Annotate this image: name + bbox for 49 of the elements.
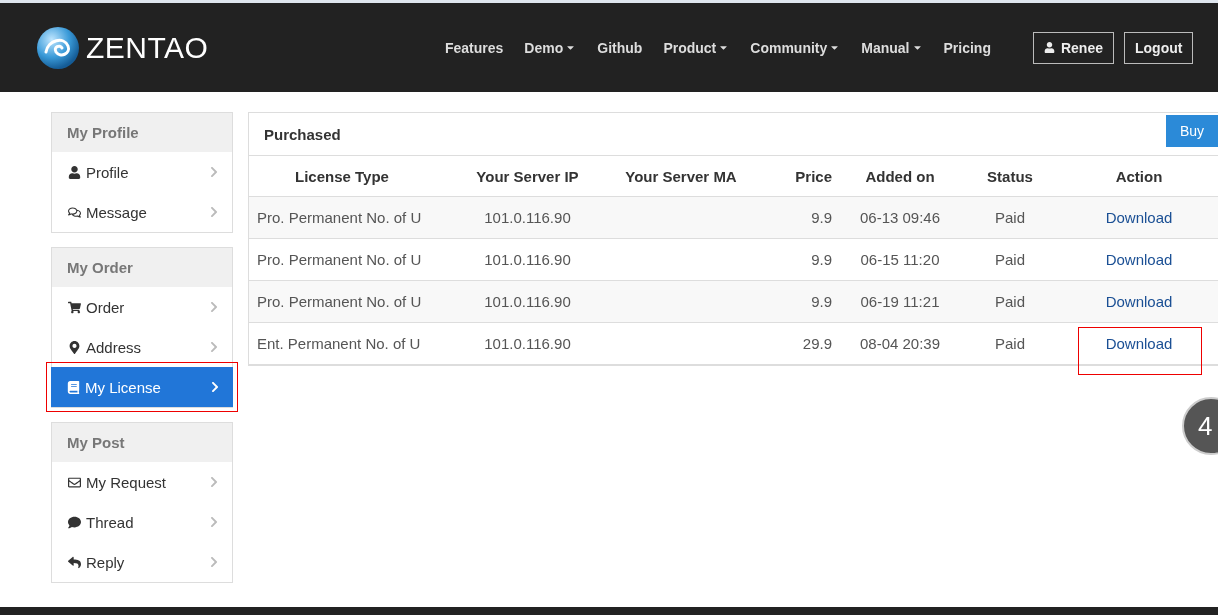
- floating-badge[interactable]: 4: [1182, 397, 1218, 455]
- table-cell: 06-13 09:46: [840, 197, 960, 239]
- user-icon: [1043, 42, 1055, 53]
- panel-title: Purchased: [264, 125, 341, 143]
- download-link[interactable]: Download: [1105, 251, 1173, 268]
- group-title: My Post: [52, 423, 232, 462]
- envelope-icon: [68, 475, 81, 489]
- nav-link[interactable]: Community: [750, 39, 841, 56]
- chevron-icon: [208, 206, 220, 218]
- brand-name: ZENTAO: [86, 30, 209, 65]
- nav-link[interactable]: Github: [597, 39, 643, 56]
- table-cell: Pro. Permanent No. of U: [249, 197, 435, 239]
- chevron-icon: [208, 516, 220, 528]
- buy-button[interactable]: Buy: [1166, 115, 1218, 147]
- book-icon: [67, 380, 80, 394]
- table-cell: 101.0.116.90: [435, 281, 620, 323]
- comments-icon: [68, 205, 81, 219]
- table-cell: Paid: [960, 281, 1060, 323]
- comment-icon: [68, 515, 81, 529]
- logo-icon: [36, 25, 80, 70]
- chevron-icon: [208, 556, 220, 568]
- download-link[interactable]: Download: [1105, 293, 1173, 310]
- download-link[interactable]: Download: [1105, 209, 1173, 226]
- table-cell: Pro. Permanent No. of U: [249, 281, 435, 323]
- download-link[interactable]: Download: [1105, 335, 1173, 352]
- table-cell: 06-19 11:21: [840, 281, 960, 323]
- reply-icon: [68, 555, 81, 569]
- nav-link[interactable]: Manual: [861, 39, 923, 56]
- user-icon: [68, 165, 81, 179]
- chevron-icon: [208, 166, 220, 178]
- table-cell: Paid: [960, 197, 1060, 239]
- chevron-icon: [208, 301, 220, 313]
- user-button[interactable]: Renee: [1032, 31, 1114, 64]
- logout-button[interactable]: Logout: [1124, 31, 1194, 64]
- table-cell: 9.9: [742, 281, 840, 323]
- nav-link[interactable]: Features: [445, 39, 504, 56]
- table-cell: 101.0.116.90: [435, 197, 620, 239]
- marker-icon: [68, 340, 81, 354]
- chevron-icon: [208, 341, 220, 353]
- chevron-icon: [209, 381, 221, 393]
- table-cell: 9.9: [742, 197, 840, 239]
- nav-link[interactable]: Product: [663, 39, 730, 56]
- cart-icon: [68, 300, 81, 314]
- sidebar-item[interactable]: My License: [51, 367, 233, 407]
- nav-link[interactable]: Demo: [524, 39, 577, 56]
- group-title: My Profile: [52, 113, 232, 152]
- chevron-icon: [208, 476, 220, 488]
- group-title: My Order: [52, 248, 232, 287]
- nav-link[interactable]: Pricing: [943, 39, 991, 56]
